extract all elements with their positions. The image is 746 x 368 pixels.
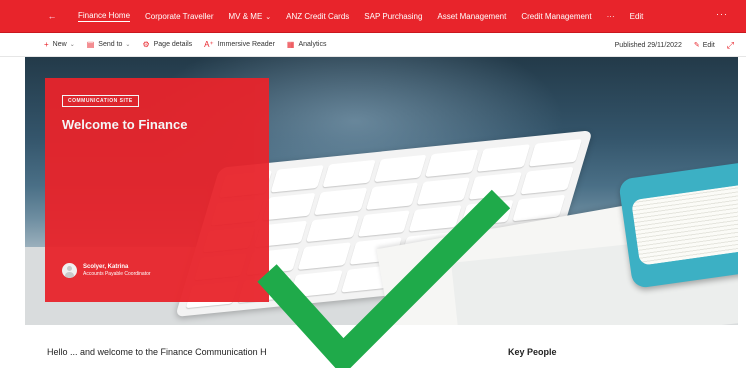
notebook-pages: [631, 180, 738, 266]
send-icon: ▤: [86, 40, 95, 49]
send-to-label: Send to: [98, 41, 123, 48]
pencil-icon: ✎: [693, 42, 700, 49]
published-date: Published 29/11/2022: [614, 41, 682, 49]
nav-item-finance-home[interactable]: Finance Home: [78, 11, 131, 22]
nav-item-sap-purchasing[interactable]: SAP Purchasing: [364, 12, 422, 21]
nav-item-mv-me-label: MV & ME: [228, 11, 263, 21]
top-navigation: ← Finance Home Corporate Traveller MV & …: [0, 0, 746, 33]
chevron-down-icon: ⌄: [265, 13, 272, 21]
nav-edit-link[interactable]: Edit: [630, 12, 644, 21]
key-people-heading: Key People: [508, 347, 557, 357]
checkmark-icon: [257, 189, 511, 368]
plus-icon: +: [44, 40, 49, 49]
nav-item-corporate-traveller[interactable]: Corporate Traveller: [145, 12, 213, 21]
hero-title-card: COMMUNICATION SITE Welcome to Finance Sc…: [45, 78, 269, 302]
page-title: Welcome to Finance: [62, 117, 188, 132]
nav-item-credit-management[interactable]: Credit Management: [521, 12, 591, 21]
chevron-down-icon: ⌄: [125, 42, 131, 48]
nav-item-anz-credit-cards[interactable]: ANZ Credit Cards: [286, 12, 349, 21]
immersive-reader-icon: A⁺: [204, 40, 214, 49]
gear-icon: ⚙: [142, 40, 150, 49]
page-details-button[interactable]: ⚙ Page details: [142, 40, 192, 49]
command-bar: + New ⌄ ▤ Send to ⌄ ⚙ Page details A⁺ Im…: [0, 33, 746, 57]
chevron-down-icon: ⌄: [69, 42, 75, 48]
send-to-button[interactable]: ▤ Send to ⌄: [87, 40, 131, 49]
avatar: [62, 263, 77, 278]
command-bar-right: Published 29/11/2022 ✎ Edit ⤢: [615, 33, 734, 57]
analytics-label: Analytics: [298, 41, 327, 48]
author-role: Accounts Payable Coordinator: [83, 271, 151, 277]
author-byline[interactable]: Scolyer, Katrina Accounts Payable Coordi…: [62, 263, 151, 278]
author-name: Scolyer, Katrina: [83, 264, 129, 270]
nav-item-asset-management[interactable]: Asset Management: [437, 12, 506, 21]
new-button-label: New: [52, 41, 67, 48]
analytics-icon: ▦: [286, 40, 295, 49]
new-button[interactable]: + New ⌄: [44, 40, 75, 49]
nav-more-button[interactable]: ···: [607, 12, 615, 21]
page-details-label: Page details: [153, 41, 193, 48]
author-text: Scolyer, Katrina Accounts Payable Coordi…: [83, 263, 151, 278]
analytics-button[interactable]: ▦ Analytics: [287, 40, 327, 49]
edit-label: Edit: [702, 41, 715, 49]
back-arrow-icon[interactable]: ←: [40, 11, 64, 21]
nav-item-mv-me[interactable]: MV & ME ⌄: [229, 12, 272, 21]
site-type-badge: COMMUNICATION SITE: [62, 95, 139, 107]
nav-overflow-button[interactable]: ···: [716, 9, 728, 19]
immersive-reader-label: Immersive Reader: [217, 41, 275, 48]
welcome-heading: Hello ... and welcome to the Finance Com…: [47, 347, 267, 357]
edit-button[interactable]: ✎ Edit: [693, 41, 715, 50]
immersive-reader-button[interactable]: A⁺ Immersive Reader: [204, 40, 275, 49]
expand-icon[interactable]: ⤢: [727, 40, 734, 51]
hero-notebook: [618, 159, 738, 289]
